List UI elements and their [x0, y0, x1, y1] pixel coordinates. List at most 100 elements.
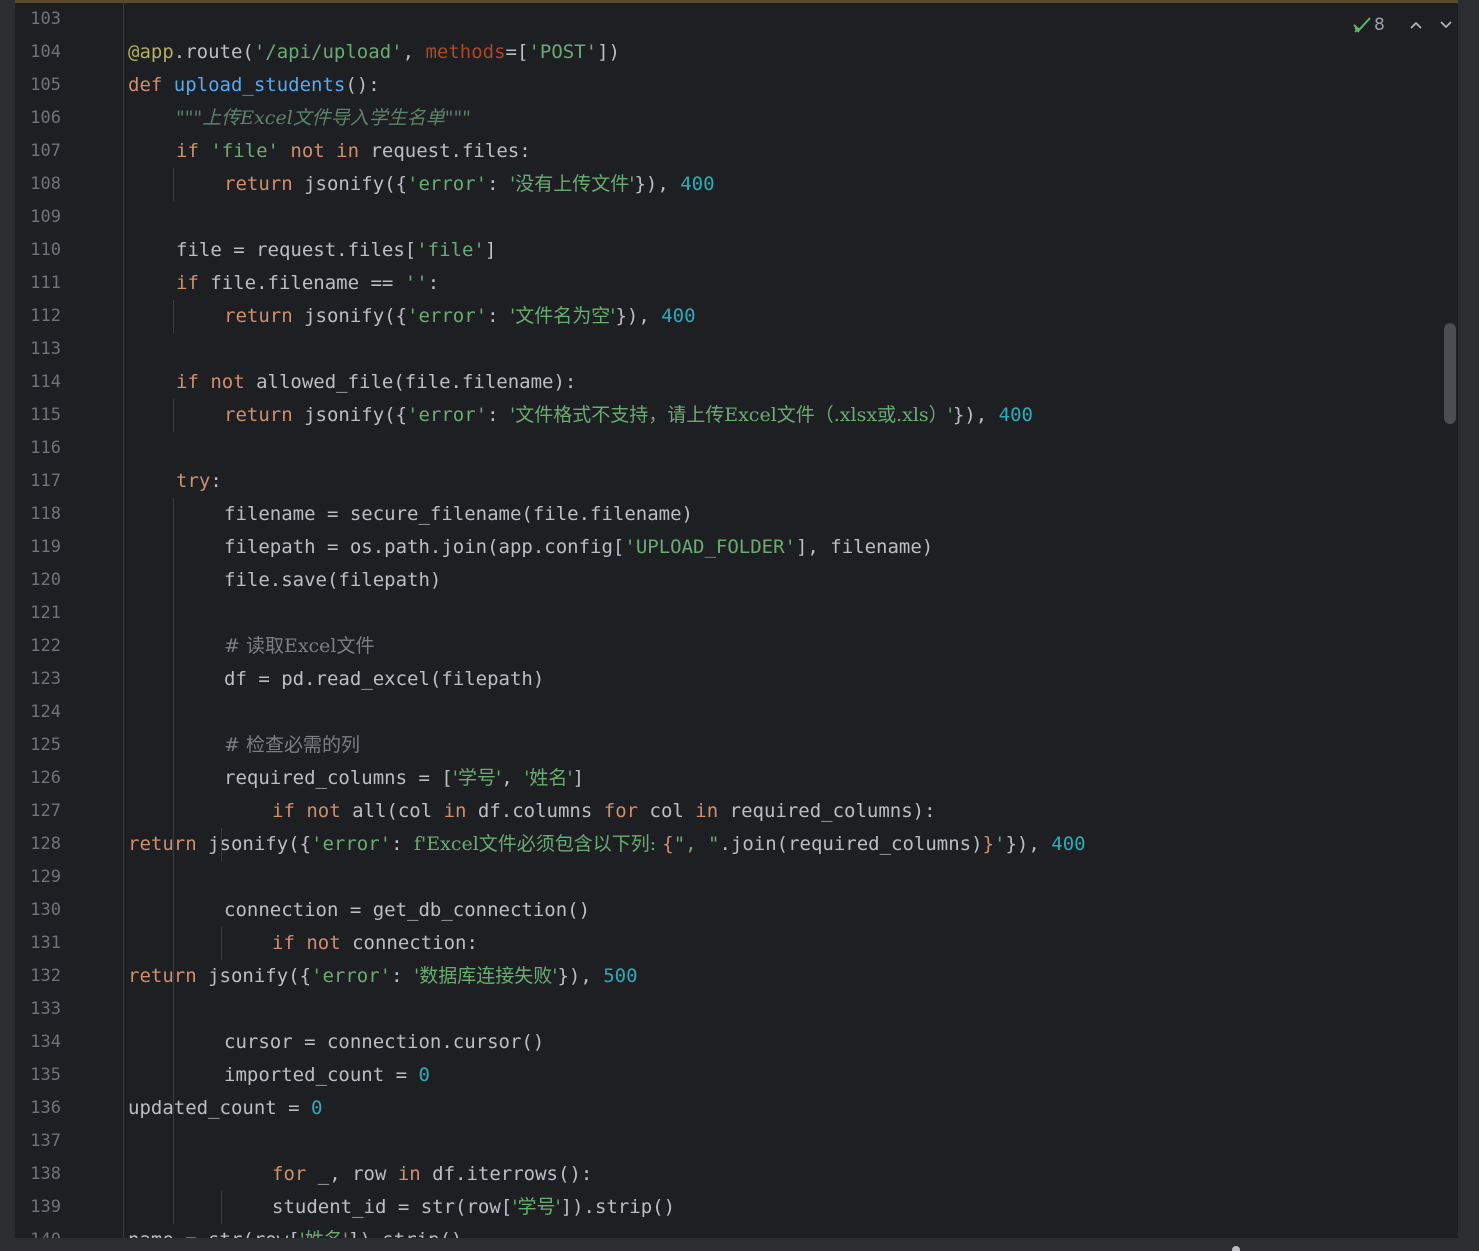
line-number[interactable]: 110	[15, 234, 61, 267]
code-line[interactable]: if not connection:	[272, 927, 478, 960]
line-number[interactable]: 129	[15, 861, 61, 894]
code-token: ]).strip()	[560, 1196, 676, 1218]
code-line[interactable]: filename = secure_filename(file.filename…	[224, 498, 693, 531]
line-number[interactable]: 121	[15, 597, 61, 630]
code-line[interactable]: df = pd.read_excel(filepath)	[224, 663, 544, 696]
line-number[interactable]: 131	[15, 927, 61, 960]
line-number[interactable]: 114	[15, 366, 61, 399]
inspection-check-icon[interactable]	[1352, 15, 1372, 35]
line-number[interactable]: 111	[15, 267, 61, 300]
code-token: 500	[603, 965, 638, 987]
inspection-widget[interactable]: 8	[1352, 12, 1457, 38]
code-token: }),	[615, 305, 662, 327]
code-token: ]).strip()	[348, 1229, 462, 1238]
line-number[interactable]: 107	[15, 135, 61, 168]
next-highlight-icon[interactable]	[1435, 14, 1457, 36]
line-number[interactable]: 126	[15, 762, 61, 795]
line-number[interactable]: 128	[15, 828, 61, 861]
line-number[interactable]: 139	[15, 1191, 61, 1224]
code-line[interactable]: file.save(filepath)	[224, 564, 441, 597]
line-number[interactable]: 134	[15, 1026, 61, 1059]
code-line[interactable]: for _, row in df.iterrows():	[272, 1158, 592, 1191]
code-line[interactable]: @app.route('/api/upload', methods=['POST…	[128, 36, 620, 69]
code-token: 'error'	[311, 833, 392, 855]
code-line[interactable]: if file.filename == '':	[176, 267, 439, 300]
line-number[interactable]: 122	[15, 630, 61, 663]
line-number[interactable]: 137	[15, 1125, 61, 1158]
code-token: jsonify({	[208, 833, 312, 855]
code-line[interactable]: try:	[176, 465, 222, 498]
code-token: @app	[128, 41, 174, 63]
code-token: 'file'	[416, 239, 485, 261]
line-number[interactable]: 112	[15, 300, 61, 333]
line-number[interactable]: 116	[15, 432, 61, 465]
code-line[interactable]: file = request.files['file']	[176, 234, 496, 267]
code-line[interactable]: required_columns = ['学号', '姓名']	[224, 762, 584, 795]
line-number[interactable]: 130	[15, 894, 61, 927]
line-number[interactable]: 117	[15, 465, 61, 498]
line-number[interactable]: 127	[15, 795, 61, 828]
line-number[interactable]: 115	[15, 399, 61, 432]
code-line[interactable]: # 检查必需的列	[224, 729, 360, 762]
line-number[interactable]: 120	[15, 564, 61, 597]
code-line[interactable]: student_id = str(row['学号']).strip()	[272, 1191, 675, 1224]
code-token: ,	[501, 767, 525, 789]
line-number[interactable]: 105	[15, 69, 61, 102]
code-token: col	[649, 800, 696, 822]
line-number[interactable]: 113	[15, 333, 61, 366]
code-token: 'error'	[311, 965, 392, 987]
line-number[interactable]: 109	[15, 201, 61, 234]
code-token: 'error'	[407, 305, 488, 327]
code-line[interactable]: # 读取Excel文件	[224, 630, 375, 663]
line-number[interactable]: 118	[15, 498, 61, 531]
inspection-count: 8	[1374, 15, 1385, 35]
code-token: ,	[402, 41, 426, 63]
code-token: =[	[505, 41, 529, 63]
line-number[interactable]: 119	[15, 531, 61, 564]
code-line[interactable]: def upload_students():	[128, 69, 380, 102]
code-token: 'error'	[407, 404, 488, 426]
code-line[interactable]: cursor = connection.cursor()	[224, 1026, 544, 1059]
line-number[interactable]: 138	[15, 1158, 61, 1191]
line-number[interactable]: 108	[15, 168, 61, 201]
code-line[interactable]: name = str(row['姓名']).strip()	[128, 1224, 462, 1238]
code-line[interactable]: filepath = os.path.join(app.config['UPLO…	[224, 531, 933, 564]
code-line[interactable]: imported_count = 0	[224, 1059, 430, 1092]
line-number[interactable]: 124	[15, 696, 61, 729]
line-number[interactable]: 106	[15, 102, 61, 135]
line-number[interactable]: 103	[15, 3, 61, 36]
line-number[interactable]: 123	[15, 663, 61, 696]
line-number[interactable]: 136	[15, 1092, 61, 1125]
code-token: jsonify({	[208, 965, 312, 987]
code-line[interactable]: return jsonify({'error': '文件名为空'}), 400	[224, 300, 696, 333]
previous-highlight-icon[interactable]	[1405, 14, 1427, 36]
code-line[interactable]: return jsonify({'error': f'Excel文件必须包含以下…	[128, 828, 1086, 861]
code-token: df = pd.read_excel(filepath)	[224, 668, 545, 690]
code-editor[interactable]: 103 104 105 106 107 108 109 110 111 112 113 114 115 1…	[15, 0, 1458, 1238]
code-token: :	[487, 305, 510, 327]
code-token: '文件格式不支持，请上传Excel文件（.xlsx或.xls）'	[510, 404, 953, 426]
code-token: '	[994, 833, 1006, 855]
code-line[interactable]: return jsonify({'error': '没有上传文件'}), 400	[224, 168, 715, 201]
code-line[interactable]: connection = get_db_connection()	[224, 894, 590, 927]
indent-guide	[173, 300, 174, 333]
vertical-scrollbar-thumb[interactable]	[1444, 323, 1456, 424]
line-number[interactable]: 135	[15, 1059, 61, 1092]
code-line[interactable]: if not all(col in df.columns for col in …	[272, 795, 936, 828]
line-number[interactable]: 132	[15, 960, 61, 993]
code-line[interactable]: if 'file' not in request.files:	[176, 135, 531, 168]
code-line[interactable]: return jsonify({'error': '数据库连接失败'}), 50…	[128, 960, 638, 993]
line-number[interactable]: 104	[15, 36, 61, 69]
code-token: 400	[1051, 833, 1086, 855]
code-line[interactable]: """上传Excel文件导入学生名单"""	[176, 102, 471, 135]
code-token: if	[176, 140, 211, 162]
code-token: request.files:	[370, 140, 531, 162]
line-number[interactable]: 140	[15, 1224, 61, 1238]
code-token: """上传Excel文件导入学生名单"""	[176, 107, 471, 129]
indent-guide	[221, 828, 222, 861]
code-line[interactable]: return jsonify({'error': '文件格式不支持，请上传Exc…	[224, 399, 1033, 432]
code-line[interactable]: updated_count = 0	[128, 1092, 322, 1125]
line-number[interactable]: 125	[15, 729, 61, 762]
line-number[interactable]: 133	[15, 993, 61, 1026]
code-line[interactable]: if not allowed_file(file.filename):	[176, 366, 576, 399]
